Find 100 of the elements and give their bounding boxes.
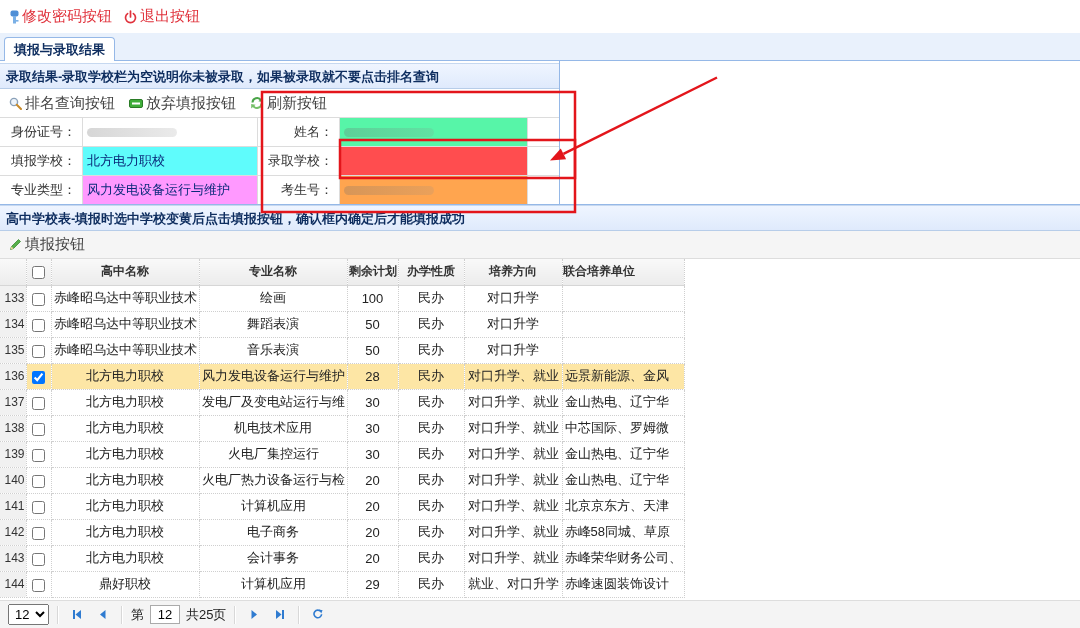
row-number: 138 xyxy=(0,415,26,441)
table-cell: 赤峰速圆装饰设计 xyxy=(562,571,684,597)
table-cell: 民办 xyxy=(398,441,464,467)
table-cell: 火电厂集控运行 xyxy=(199,441,347,467)
table-cell: 北方电力职校 xyxy=(51,389,199,415)
table-cell: 北方电力职校 xyxy=(51,441,199,467)
skip-last-icon xyxy=(275,609,286,620)
column-header[interactable]: 专业名称 xyxy=(199,259,347,285)
row-number: 140 xyxy=(0,467,26,493)
form-label: 考生号： xyxy=(258,175,340,204)
table-cell: 就业、对口升学 xyxy=(464,571,562,597)
table-cell: 北方电力职校 xyxy=(51,519,199,545)
row-checkbox[interactable] xyxy=(32,370,45,384)
row-checkbox[interactable] xyxy=(32,292,45,306)
skip-first-icon xyxy=(72,609,82,620)
table-cell: 民办 xyxy=(398,467,464,493)
table-cell: 北方电力职校 xyxy=(51,415,199,441)
row-checkbox[interactable] xyxy=(32,526,45,540)
table-cell: 对口升学 xyxy=(464,285,562,311)
refresh-button[interactable]: 刷新按钮 xyxy=(247,91,330,115)
table-row[interactable]: 136 北方电力职校 风力发电设备运行与维护 28 民办 对口升学、就业 远景新能源、金风 xyxy=(0,363,684,389)
table-cell: 对口升学、就业 xyxy=(464,441,562,467)
table-cell: 赤峰昭乌达中等职业技术 xyxy=(51,311,199,337)
table-cell: 赤峰昭乌达中等职业技术 xyxy=(51,337,199,363)
triangle-right-icon xyxy=(249,609,260,620)
table-row[interactable]: 142 北方电力职校 电子商务 20 民办 对口升学、就业 赤峰58同城、草原 xyxy=(0,519,684,545)
table-cell: 赤峰昭乌达中等职业技术 xyxy=(51,285,199,311)
select-all-checkbox[interactable] xyxy=(32,265,45,279)
table-cell: 对口升学、就业 xyxy=(464,389,562,415)
row-checkbox[interactable] xyxy=(32,422,45,436)
table-cell: 民办 xyxy=(398,545,464,571)
row-checkbox[interactable] xyxy=(32,318,45,332)
column-header[interactable]: 办学性质 xyxy=(398,259,464,285)
column-header[interactable]: 联合培养单位 xyxy=(562,259,684,285)
table-cell: 对口升学、就业 xyxy=(464,415,562,441)
table-row[interactable]: 134 赤峰昭乌达中等职业技术 舞蹈表演 50 民办 对口升学 xyxy=(0,311,684,337)
table-cell: 对口升学、就业 xyxy=(464,493,562,519)
abandon-button[interactable]: 放弃填报按钮 xyxy=(126,91,239,115)
table-cell: 北方电力职校 xyxy=(51,493,199,519)
pencil-icon xyxy=(9,238,22,251)
table-row[interactable]: 135 赤峰昭乌达中等职业技术 音乐表演 50 民办 对口升学 xyxy=(0,337,684,363)
table-cell: 对口升学、就业 xyxy=(464,519,562,545)
rank-query-button[interactable]: 排名查询按钮 xyxy=(6,91,118,115)
table-cell: 民办 xyxy=(398,285,464,311)
row-checkbox[interactable] xyxy=(32,474,45,488)
table-row[interactable]: 144 鼎好职校 计算机应用 29 民办 就业、对口升学 赤峰速圆装饰设计 xyxy=(0,571,684,597)
page-number-input[interactable]: 12 xyxy=(150,605,180,624)
table-cell: 计算机应用 xyxy=(199,571,347,597)
column-header[interactable]: 高中名称 xyxy=(51,259,199,285)
row-checkbox[interactable] xyxy=(32,396,45,410)
row-number: 134 xyxy=(0,311,26,337)
table-cell: 远景新能源、金风 xyxy=(562,363,684,389)
column-header[interactable]: 培养方向 xyxy=(464,259,562,285)
tab[interactable]: 填报与录取结果 xyxy=(4,37,115,61)
table-row[interactable]: 143 北方电力职校 会计事务 20 民办 对口升学、就业 赤峰荣华财务公司、 xyxy=(0,545,684,571)
table-cell: 20 xyxy=(347,545,398,571)
form-value: 风力发电设备运行与维护 xyxy=(83,175,258,204)
row-checkbox[interactable] xyxy=(32,578,45,592)
panel-title: 录取结果-录取学校栏为空说明你未被录取，如果被录取就不要点击排名查询 xyxy=(0,63,559,89)
panel-title: 高中学校表-填报时选中学校变黄后点击填报按钮，确认框内确定后才能填报成功 xyxy=(0,205,1080,231)
table-row[interactable]: 137 北方电力职校 发电厂及变电站运行与维 30 民办 对口升学、就业 金山热电、辽宁华 xyxy=(0,389,684,415)
row-number: 139 xyxy=(0,441,26,467)
table-row[interactable]: 140 北方电力职校 火电厂热力设备运行与检 20 民办 对口升学、就业 金山热电、辽宁华 xyxy=(0,467,684,493)
table-row[interactable]: 141 北方电力职校 计算机应用 20 民办 对口升学、就业 北京京东方、天津 xyxy=(0,493,684,519)
table-cell: 会计事务 xyxy=(199,545,347,571)
row-checkbox[interactable] xyxy=(32,500,45,514)
table-row[interactable]: 139 北方电力职校 火电厂集控运行 30 民办 对口升学、就业 金山热电、辽宁华 xyxy=(0,441,684,467)
table-cell: 50 xyxy=(347,337,398,363)
table-cell: 民办 xyxy=(398,311,464,337)
table-cell: 29 xyxy=(347,571,398,597)
table-cell: 发电厂及变电站运行与维 xyxy=(199,389,347,415)
table-cell: 风力发电设备运行与维护 xyxy=(199,363,347,389)
table-cell: 计算机应用 xyxy=(199,493,347,519)
page-label: 第 xyxy=(131,605,144,624)
row-number: 136 xyxy=(0,363,26,389)
table-cell: 民办 xyxy=(398,519,464,545)
change-password-link[interactable]: 修改密码按钮 xyxy=(10,7,112,26)
form-label: 专业类型： xyxy=(0,175,83,204)
row-checkbox[interactable] xyxy=(32,344,45,358)
form-label: 身份证号： xyxy=(0,117,83,146)
page-size-select[interactable]: 12 xyxy=(8,604,49,625)
refresh-icon xyxy=(250,96,264,110)
table-cell: 民办 xyxy=(398,337,464,363)
table-cell: 民办 xyxy=(398,389,464,415)
table-cell: 20 xyxy=(347,519,398,545)
form-label: 填报学校： xyxy=(0,146,83,175)
logout-link[interactable]: 退出按钮 xyxy=(124,7,200,26)
page-total: 共25页 xyxy=(186,605,227,624)
fill-in-button[interactable]: 填报按钮 xyxy=(6,232,88,257)
table-cell: 绘画 xyxy=(199,285,347,311)
table-cell: 金山热电、辽宁华 xyxy=(562,441,684,467)
row-checkbox[interactable] xyxy=(32,448,45,462)
column-header[interactable]: 剩余计划 xyxy=(347,259,398,285)
table-row[interactable]: 133 赤峰昭乌达中等职业技术 绘画 100 民办 对口升学 xyxy=(0,285,684,311)
key-icon xyxy=(10,9,19,24)
table-cell: 20 xyxy=(347,467,398,493)
table-row[interactable]: 138 北方电力职校 机电技术应用 30 民办 对口升学、就业 中芯国际、罗姆微 xyxy=(0,415,684,441)
row-checkbox[interactable] xyxy=(32,552,45,566)
table-cell: 北方电力职校 xyxy=(51,363,199,389)
table-cell: 对口升学、就业 xyxy=(464,363,562,389)
